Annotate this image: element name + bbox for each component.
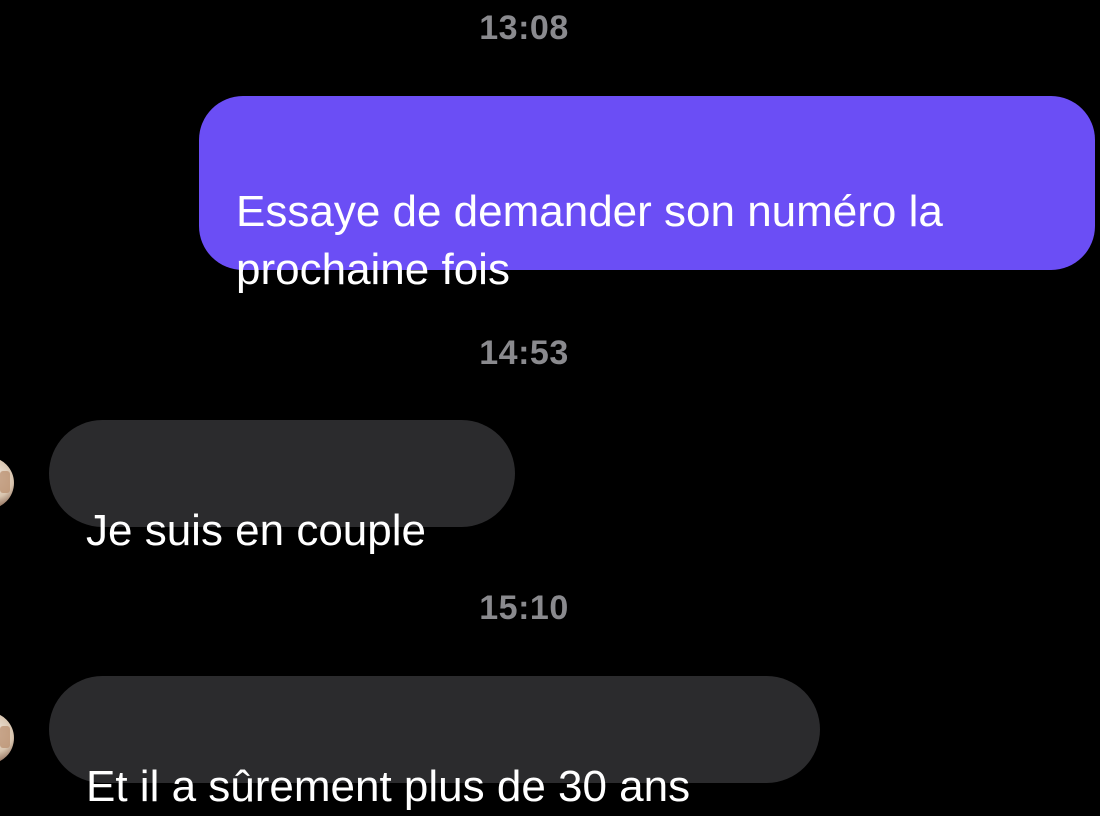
incoming-message-bubble[interactable]: Et il a sûrement plus de 30 ans bbox=[49, 676, 820, 811]
outgoing-message-bubble[interactable]: Essaye de demander son numéro la prochai… bbox=[199, 96, 1095, 294]
message-text: Je suis en couple bbox=[86, 506, 426, 555]
incoming-message-bubble[interactable]: Je suis en couple bbox=[49, 420, 515, 555]
message-timestamp: 15:10 bbox=[479, 589, 569, 627]
message-timestamp: 14:53 bbox=[479, 334, 569, 372]
message-text: Essaye de demander son numéro la prochai… bbox=[236, 187, 943, 294]
message-text: Et il a sûrement plus de 30 ans bbox=[86, 762, 691, 811]
contact-avatar[interactable] bbox=[0, 712, 14, 764]
contact-avatar[interactable] bbox=[0, 457, 14, 509]
message-timestamp: 13:08 bbox=[479, 9, 569, 47]
